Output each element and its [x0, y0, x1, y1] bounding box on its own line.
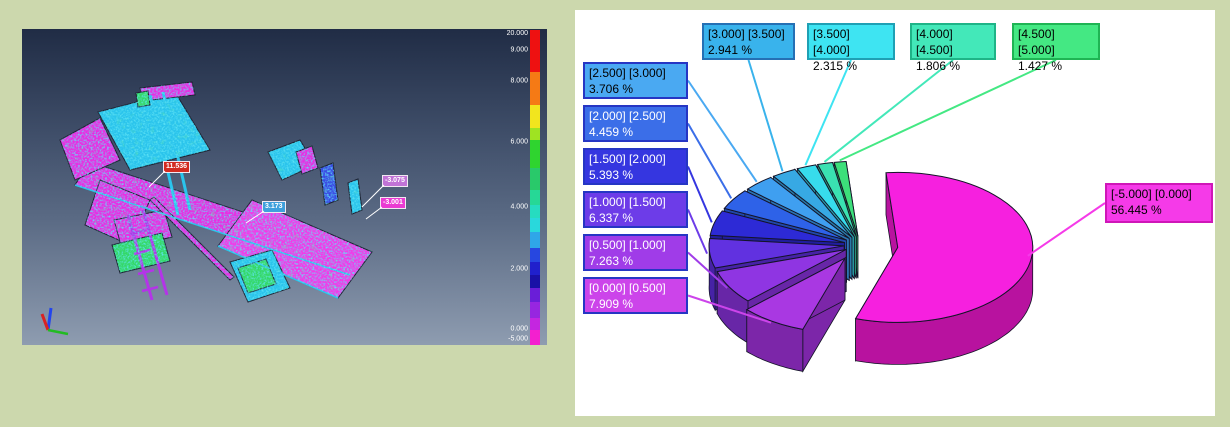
callout-05001000: [0.500] [1.000]7.263 % [583, 234, 688, 271]
callout-10001500: [1.000] [1.500]6.337 % [583, 191, 688, 228]
callout-range-label: [2.500] [3.000] [589, 65, 682, 81]
callout-percent-label: 5.393 % [589, 167, 682, 183]
callout-percent-label: 2.941 % [708, 42, 789, 58]
page: 20.0009.0008.0006.0004.0002.0000.000-5.0… [0, 0, 1230, 427]
callout-range-label: [1.000] [1.500] [589, 194, 682, 210]
callout-percent-label: 1.427 % [1018, 58, 1094, 74]
callout-00000500: [0.000] [0.500]7.909 % [583, 277, 688, 314]
callout-range-label: [-5.000] [0.000] [1111, 186, 1207, 202]
callout-leader-line [688, 167, 712, 223]
pie-chart-panel: [-5.000] [0.000]56.445 %[0.000] [0.500]7… [575, 10, 1215, 416]
callout-range-label: [0.500] [1.000] [589, 237, 682, 253]
annotation-leader-line [366, 207, 382, 219]
callout-percent-label: 7.909 % [589, 296, 682, 312]
axis-triad-icon [32, 295, 92, 345]
callout-leader-line [688, 210, 707, 254]
callout-range-label: [1.500] [2.000] [589, 151, 682, 167]
callout-range-label: [0.000] [0.500] [589, 280, 682, 296]
callout-percent-label: 56.445 % [1111, 202, 1207, 218]
callout-35004000: [3.500] [4.000]2.315 % [807, 23, 895, 60]
callout-range-label: [2.000] [2.500] [589, 108, 682, 124]
callout-percent-label: 7.263 % [589, 253, 682, 269]
callout-15002000: [1.500] [2.000]5.393 % [583, 148, 688, 185]
callout-percent-label: 4.459 % [589, 124, 682, 140]
annotation-leader-line [246, 211, 264, 223]
callout-percent-label: 3.706 % [589, 81, 682, 97]
callout-40004500: [4.000] [4.500]1.806 % [910, 23, 996, 60]
callout-percent-label: 1.806 % [916, 58, 990, 74]
axis-y [48, 330, 68, 334]
callout-leader-line [805, 60, 851, 165]
callout-25003000: [2.500] [3.000]3.706 % [583, 62, 688, 99]
callout-range-label: [3.000] [3.500] [708, 26, 789, 42]
callout-30003500: [3.000] [3.500]2.941 % [702, 23, 795, 60]
callout-leader-line [688, 81, 757, 182]
callout-percent-label: 2.315 % [813, 58, 889, 74]
axis-z [48, 308, 51, 330]
pie-slice--50000000[interactable] [856, 172, 1033, 364]
callout-range-label: [4.000] [4.500] [916, 26, 990, 58]
callout-leader-line [840, 60, 1056, 160]
callout-45005000: [4.500] [5.000]1.427 % [1012, 23, 1100, 60]
callout--50000000: [-5.000] [0.000]56.445 % [1105, 183, 1213, 223]
callout-leader-line [749, 60, 783, 171]
annotation-lines-layer [22, 29, 547, 345]
viewer-3d-panel[interactable]: 20.0009.0008.0006.0004.0002.0000.000-5.0… [22, 29, 547, 345]
callout-20002500: [2.000] [2.500]4.459 % [583, 105, 688, 142]
axis-x [42, 314, 48, 330]
callout-leader-line [1028, 203, 1105, 256]
callout-range-label: [3.500] [4.000] [813, 26, 889, 58]
annotation-leader-line [362, 185, 384, 207]
annotation-leader-line [149, 171, 165, 187]
callout-range-label: [4.500] [5.000] [1018, 26, 1094, 58]
callout-percent-label: 6.337 % [589, 210, 682, 226]
